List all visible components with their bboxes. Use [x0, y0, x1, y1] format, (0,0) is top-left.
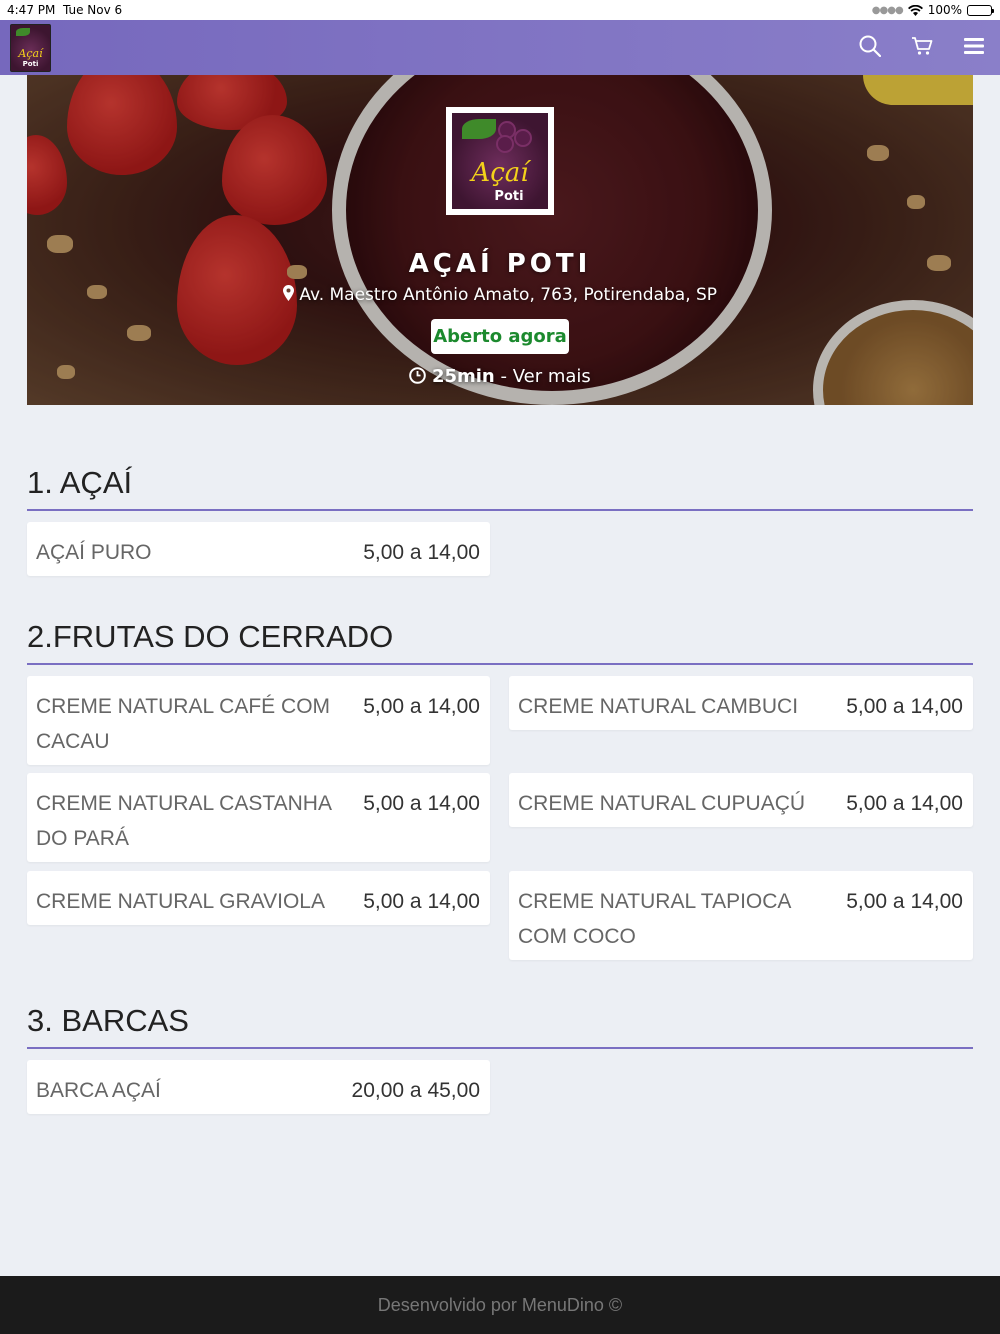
- search-icon[interactable]: [858, 34, 882, 58]
- section-divider: [27, 1047, 973, 1049]
- store-address-text: Av. Maestro Antônio Amato, 763, Potirend…: [299, 285, 718, 305]
- status-right: ●●●● 100%: [871, 3, 994, 17]
- section-title-acai: 1. AÇAÍ: [27, 465, 133, 500]
- battery-icon: [967, 4, 994, 16]
- status-bar: 4:47 PM Tue Nov 6 ●●●● 100%: [0, 0, 1000, 20]
- menu-item-card[interactable]: AÇAÍ PURO 5,00 a 14,00: [27, 522, 490, 576]
- menu-item-price: 20,00 a 45,00: [351, 1079, 480, 1102]
- delivery-time: 25min: [431, 366, 495, 387]
- menu-item-card[interactable]: CREME NATURAL CAFÉ COM CACAU 5,00 a 14,0…: [27, 676, 490, 765]
- cart-icon[interactable]: [910, 34, 934, 58]
- store-hero: Açaí Poti AÇAÍ POTI Av. Maestro Antônio …: [27, 75, 973, 405]
- menu-item-price: 5,00 a 14,00: [846, 695, 963, 718]
- open-status-badge: Aberto agora: [431, 319, 569, 354]
- top-navbar: Açaí Poti: [0, 20, 1000, 75]
- menu-item-name: CREME NATURAL CAFÉ COM CACAU: [36, 695, 331, 753]
- nav-actions: [858, 34, 986, 58]
- menu-item-price: 5,00 a 14,00: [363, 890, 480, 913]
- menu-item-name: CREME NATURAL TAPIOCA COM COCO: [518, 890, 791, 948]
- see-more-link[interactable]: Ver mais: [513, 366, 591, 387]
- menu-item-name: AÇAÍ PURO: [36, 541, 152, 564]
- menu-item-name: CREME NATURAL CAMBUCI: [518, 695, 799, 718]
- footer: Desenvolvido por MenuDino ©: [0, 1276, 1000, 1334]
- menu-item-card[interactable]: CREME NATURAL GRAVIOLA 5,00 a 14,00: [27, 871, 490, 925]
- menu-item-name: CREME NATURAL CASTANHA DO PARÁ: [36, 792, 331, 850]
- clock-icon: [409, 367, 427, 384]
- delivery-separator: -: [494, 366, 513, 387]
- nav-logo[interactable]: Açaí Poti: [10, 24, 51, 72]
- menu-item-price: 5,00 a 14,00: [846, 792, 963, 815]
- menu-item-price: 5,00 a 14,00: [363, 695, 480, 718]
- delivery-info[interactable]: 25min - Ver mais: [27, 366, 973, 387]
- section-title-frutas: 2.FRUTAS DO CERRADO: [27, 619, 394, 654]
- section-divider: [27, 509, 973, 511]
- store-address: Av. Maestro Antônio Amato, 763, Potirend…: [27, 285, 973, 305]
- menu-item-price: 5,00 a 14,00: [363, 792, 480, 815]
- nav-logo-text: Açaí: [18, 47, 43, 60]
- menu-item-name: BARCA AÇAÍ: [36, 1079, 161, 1102]
- menu-item-card[interactable]: CREME NATURAL CASTANHA DO PARÁ 5,00 a 14…: [27, 773, 490, 862]
- section-title-barcas: 3. BARCAS: [27, 1003, 189, 1038]
- section-divider: [27, 663, 973, 665]
- menu-item-price: 5,00 a 14,00: [846, 890, 963, 913]
- map-pin-icon: [282, 285, 294, 301]
- status-time: 4:47 PM: [7, 3, 56, 17]
- store-logo-subtext: Poti: [494, 189, 524, 204]
- menu-item-name: CREME NATURAL CUPUAÇÚ: [518, 792, 806, 815]
- status-date: Tue Nov 6: [63, 3, 123, 17]
- store-name: AÇAÍ POTI: [408, 249, 592, 279]
- menu-item-card[interactable]: CREME NATURAL CAMBUCI 5,00 a 14,00: [509, 676, 973, 730]
- nav-logo-subtext: Poti: [22, 60, 39, 68]
- menu-item-price: 5,00 a 14,00: [363, 541, 480, 564]
- menu-item-card[interactable]: CREME NATURAL TAPIOCA COM COCO 5,00 a 14…: [509, 871, 973, 960]
- signal-icon: ●●●●: [871, 4, 904, 16]
- store-logo: Açaí Poti: [446, 107, 554, 215]
- wifi-icon: [907, 4, 923, 16]
- footer-credit[interactable]: Desenvolvido por MenuDino ©: [378, 1295, 622, 1316]
- menu-item-card[interactable]: BARCA AÇAÍ 20,00 a 45,00: [27, 1060, 490, 1114]
- menu-item-card[interactable]: CREME NATURAL CUPUAÇÚ 5,00 a 14,00: [509, 773, 973, 827]
- menu-icon[interactable]: [962, 34, 986, 58]
- menu-item-name: CREME NATURAL GRAVIOLA: [36, 890, 325, 913]
- battery-percent: 100%: [927, 3, 962, 17]
- store-logo-text: Açaí: [471, 158, 529, 188]
